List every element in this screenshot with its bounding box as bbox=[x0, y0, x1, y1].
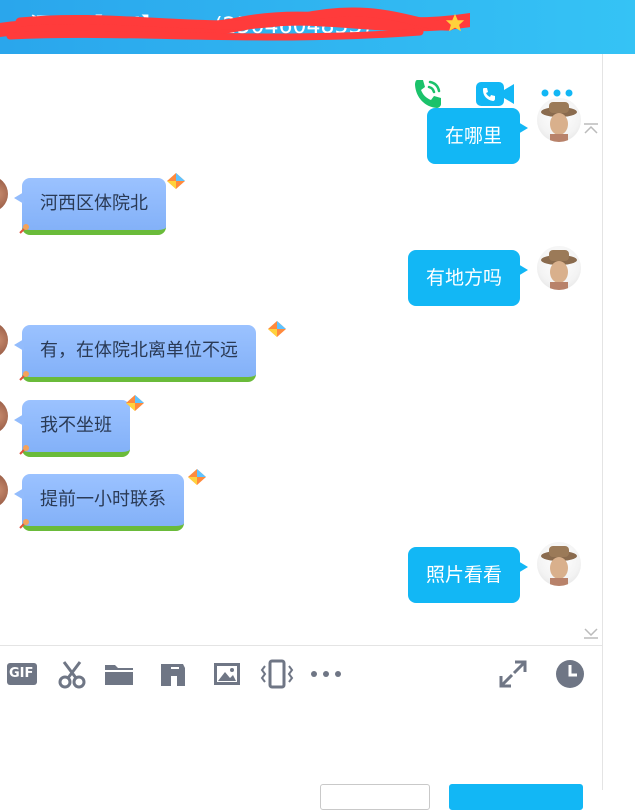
cowboy-avatar-icon bbox=[541, 102, 577, 142]
message-text: 我不坐班 bbox=[40, 415, 112, 436]
message-text: 有，在体院北离单位不远 bbox=[40, 340, 238, 361]
kite-icon bbox=[126, 395, 144, 411]
kite-icon bbox=[188, 469, 206, 485]
message-outgoing[interactable]: 在哪里 bbox=[426, 108, 529, 164]
avatar-contact[interactable] bbox=[0, 322, 8, 358]
message-text: 有地方吗 bbox=[425, 267, 502, 289]
message-outgoing[interactable]: 有地方吗 bbox=[407, 250, 529, 306]
gif-icon[interactable]: GIF bbox=[6, 658, 38, 690]
scissors-icon[interactable] bbox=[56, 658, 88, 690]
kite-icon bbox=[268, 321, 286, 337]
pin-icon bbox=[19, 224, 29, 234]
message-text: 提前一小时联系 bbox=[40, 489, 166, 510]
pin-icon bbox=[19, 371, 29, 381]
video-camera-icon[interactable] bbox=[474, 76, 516, 112]
redaction-scribble bbox=[0, 7, 470, 41]
title-bar: 河西 【MM】 ……(2504604853) bbox=[0, 0, 635, 54]
gif-label: GIF bbox=[9, 666, 34, 681]
avatar-contact[interactable] bbox=[0, 472, 8, 508]
vibrate-icon[interactable] bbox=[258, 658, 296, 690]
input-toolbar-divider bbox=[0, 645, 602, 646]
star-icon bbox=[445, 13, 465, 32]
scroll-up-icon[interactable] bbox=[583, 122, 599, 134]
avatar-contact[interactable] bbox=[0, 398, 8, 434]
avatar-contact[interactable] bbox=[0, 176, 8, 212]
message-incoming[interactable]: 河西区体院北 bbox=[14, 178, 166, 235]
close-button[interactable] bbox=[320, 784, 430, 810]
message-text: 河西区体院北 bbox=[40, 193, 148, 214]
avatar-self[interactable] bbox=[537, 98, 581, 142]
avatar-self[interactable] bbox=[537, 246, 581, 290]
history-clock-icon[interactable] bbox=[554, 658, 586, 690]
music-note-icon[interactable] bbox=[157, 658, 189, 690]
scroll-down-icon[interactable] bbox=[583, 628, 599, 640]
message-text: 照片看看 bbox=[425, 564, 502, 586]
more-dots-icon[interactable] bbox=[308, 658, 344, 690]
phone-icon[interactable] bbox=[408, 76, 448, 112]
message-incoming[interactable]: 提前一小时联系 bbox=[14, 474, 184, 531]
message-incoming[interactable]: 我不坐班 bbox=[14, 400, 130, 457]
message-outgoing[interactable]: 照片看看 bbox=[407, 547, 529, 603]
folder-icon[interactable] bbox=[103, 658, 135, 690]
cowboy-avatar-icon bbox=[541, 250, 577, 290]
pin-icon bbox=[19, 519, 29, 529]
message-incoming[interactable]: 有，在体院北离单位不远 bbox=[14, 325, 256, 382]
pin-icon bbox=[19, 445, 29, 455]
expand-icon[interactable] bbox=[497, 658, 529, 690]
message-text: 在哪里 bbox=[444, 125, 502, 147]
send-button[interactable] bbox=[449, 784, 583, 810]
avatar-self[interactable] bbox=[537, 542, 581, 586]
pane-divider bbox=[602, 54, 603, 790]
kite-icon bbox=[167, 173, 185, 189]
image-icon[interactable] bbox=[211, 658, 243, 690]
cowboy-avatar-icon bbox=[541, 546, 577, 586]
